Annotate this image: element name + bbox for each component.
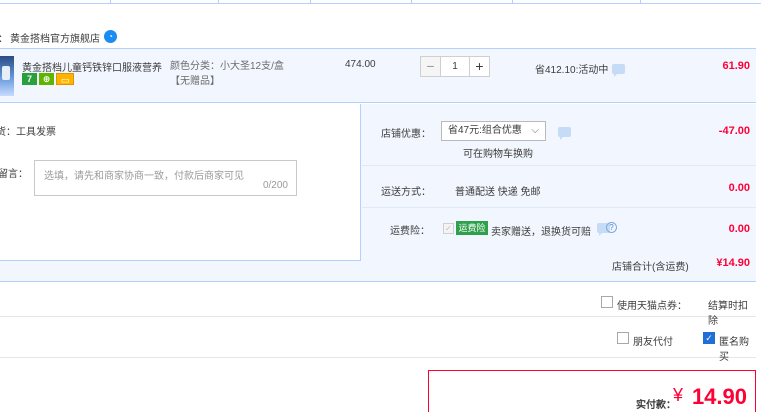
discount-text: 省412.10:活动中 xyxy=(535,65,609,76)
store-prefix: 店铺： xyxy=(0,30,8,45)
credit-card-icon[interactable]: ▭ xyxy=(56,73,74,85)
item-discount: 省412.10:活动中 xyxy=(535,61,626,77)
buyer-memo-textarea[interactable]: 选填，请先和商家协商一致，付款后商家可见 0/200 xyxy=(34,160,297,196)
product-thumbnail[interactable] xyxy=(0,56,14,96)
coupon-selected-value: 省47元:组合优惠 xyxy=(448,125,522,136)
help-icon[interactable]: ? xyxy=(606,222,617,233)
wangwang-chat-icon[interactable]: ◔ xyxy=(104,29,117,43)
delivery-amount: 0.00 xyxy=(728,182,750,194)
seven-day-return-icon[interactable]: 7 xyxy=(22,73,37,85)
coupon-select[interactable]: 省47元:组合优惠 ⌵ xyxy=(441,121,546,141)
delivery-value: 普通配送 快递 免邮 xyxy=(455,187,541,198)
order-options-panel: 发货：工具发票 买家留言： 选填，请先和商家协商一致，付款后商家可见 0/200… xyxy=(0,104,756,282)
store-total-value: ¥14.90 xyxy=(716,257,750,269)
memo-label: 买家留言： xyxy=(0,169,28,180)
store-header: 店铺： 黄金搭档官方旗舰店 ◔ xyxy=(0,26,117,48)
anonymous-checkbox[interactable]: ✓ xyxy=(703,332,715,344)
chevron-down-icon: ⌵ xyxy=(531,125,539,136)
divider xyxy=(362,207,756,208)
coupon-label: 店铺优惠： xyxy=(381,129,431,140)
store-name-link[interactable]: 黄金搭档官方旗舰店 xyxy=(10,30,100,45)
coupon-info-icon[interactable] xyxy=(558,127,571,140)
payment-summary: 实付款： ¥ 14.90 xyxy=(428,370,756,412)
points-label: 使用天猫点券： xyxy=(617,301,687,312)
insurance-text: 卖家赠送，退换货可赔 xyxy=(491,227,591,238)
points-checkbox[interactable] xyxy=(601,296,613,308)
invoice-label: 发货：工具发票 xyxy=(0,127,56,138)
coupon-note: 可在购物车换购 xyxy=(463,149,533,160)
payment-options-row: 朋友代付 ✓ 匿名购买 xyxy=(0,318,756,363)
product-title-link[interactable]: 黄金搭档儿童钙铁锌口服液营养... xyxy=(22,59,162,74)
pay-currency: ¥ xyxy=(673,385,684,405)
memo-placeholder: 选填，请先和商家协商一致，付款后商家可见 xyxy=(44,171,244,182)
guarantee-icon[interactable]: ⊕ xyxy=(39,73,54,85)
unit-price: 474.00 xyxy=(345,59,376,70)
friend-pay-checkbox[interactable] xyxy=(617,332,629,344)
memo-char-count: 0/200 xyxy=(262,180,288,191)
delivery-label: 运送方式： xyxy=(381,187,431,198)
qty-increase-button[interactable]: + xyxy=(469,56,490,77)
insurance-checkbox[interactable]: ✓ xyxy=(443,223,454,234)
friend-pay-label[interactable]: 朋友代付 xyxy=(633,333,673,348)
divider xyxy=(362,165,756,166)
cart-item-row: 黄金搭档儿童钙铁锌口服液营养... 7 ⊕ ▭ 颜色分类：小大圣12支/盒【无赠… xyxy=(0,48,756,103)
qty-decrease-button[interactable]: − xyxy=(420,56,441,77)
discount-info-icon[interactable] xyxy=(612,63,626,77)
header-column-strip xyxy=(0,0,761,4)
anonymous-label[interactable]: 匿名购买 xyxy=(719,333,756,363)
store-total-label: 店铺合计(含运费) xyxy=(612,262,689,273)
quantity-stepper: − 1 + xyxy=(420,56,490,77)
insurance-amount: 0.00 xyxy=(728,223,750,235)
service-badges: 7 ⊕ ▭ xyxy=(22,73,74,85)
coupon-amount: -47.00 xyxy=(718,125,750,137)
qty-input[interactable]: 1 xyxy=(441,56,469,77)
insurance-tag: 运费险 xyxy=(456,221,488,235)
points-row: 使用天猫点券： 结算时扣除 xyxy=(0,287,756,327)
product-sku: 颜色分类：小大圣12支/盒【无赠品】 xyxy=(170,61,284,87)
left-options-panel: 发货：工具发票 买家留言： 选填，请先和商家协商一致，付款后商家可见 0/200 xyxy=(0,104,361,261)
item-subtotal: 61.90 xyxy=(722,60,750,72)
insurance-label: 运费险： xyxy=(390,226,430,237)
pay-label: 实付款： xyxy=(636,400,676,411)
pay-amount: 14.90 xyxy=(691,384,747,409)
